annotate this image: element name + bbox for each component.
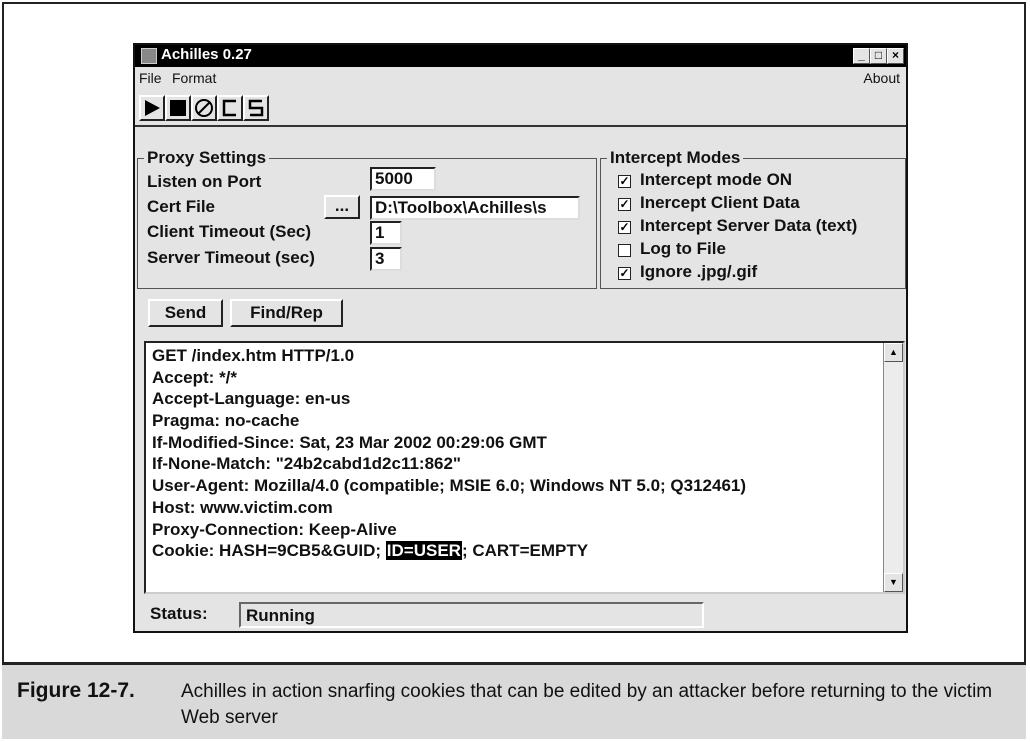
request-line: If-None-Match: "24b2cabd1d2c11:862" xyxy=(152,454,461,474)
intercept-mode-checkbox[interactable]: ✓ xyxy=(618,175,631,188)
clear-button[interactable] xyxy=(191,95,217,121)
listen-port-field[interactable]: 5000 xyxy=(370,167,436,191)
stop-button[interactable] xyxy=(165,95,191,121)
client-timeout-label: Client Timeout (Sec) xyxy=(147,222,312,241)
maximize-button[interactable]: □ xyxy=(870,48,887,64)
request-line: Accept-Language: en-us xyxy=(152,389,351,409)
request-line: If-Modified-Since: Sat, 23 Mar 2002 00:2… xyxy=(152,432,547,452)
find-replace-button[interactable]: Find/Rep xyxy=(230,299,343,327)
request-line: Proxy-Connection: Keep-Alive xyxy=(152,519,397,539)
request-editor[interactable]: GET /index.htm HTTP/1.0 Accept: */* Acce… xyxy=(144,341,905,594)
client-data-checkbox[interactable]: ✓ xyxy=(618,198,631,211)
c-button[interactable] xyxy=(217,95,243,121)
stop-icon xyxy=(170,100,186,116)
intercept-modes-title: Intercept Modes xyxy=(607,148,744,168)
status-field: Running xyxy=(239,602,704,628)
app-icon xyxy=(141,48,157,64)
listen-port-label: Listen on Port xyxy=(147,172,262,191)
clear-icon xyxy=(195,99,213,117)
ignore-images-checkbox[interactable]: ✓ xyxy=(618,267,631,280)
request-line: Host: www.victim.com xyxy=(152,497,333,517)
request-line: Pragma: no-cache xyxy=(152,411,300,431)
cookie-line: Cookie: HASH=9CB5&GUID; ID=USER; CART=EM… xyxy=(152,540,873,562)
menu-about[interactable]: About xyxy=(863,70,900,86)
scroll-up-arrow-icon[interactable]: ▲ xyxy=(884,343,903,362)
intercept-modes-group: Intercept Modes ✓ Intercept mode ON ✓ In… xyxy=(600,148,906,289)
request-line: User-Agent: Mozilla/4.0 (compatible; MSI… xyxy=(152,476,747,496)
caption-text: Achilles in action snarfing cookies that… xyxy=(181,681,993,728)
window-title: Achilles 0.27 xyxy=(161,46,252,63)
send-button[interactable]: Send xyxy=(148,299,223,327)
cookie-suffix: ; CART=EMPTY xyxy=(461,541,589,561)
proxy-settings-group: Proxy Settings Listen on Port 5000 Cert … xyxy=(137,148,597,289)
menu-format[interactable]: Format xyxy=(172,70,216,86)
cert-file-label: Cert File xyxy=(147,197,216,216)
menu-bar: File Format About xyxy=(135,67,906,89)
caption-label: Figure 12-7. xyxy=(17,679,135,702)
s-button[interactable] xyxy=(243,95,269,121)
vertical-scrollbar[interactable]: ▲ ▼ xyxy=(883,343,903,592)
server-data-checkbox[interactable]: ✓ xyxy=(618,221,631,234)
figure-caption: Figure 12-7. Achilles in action snarfing… xyxy=(2,662,1026,739)
status-label: Status: xyxy=(150,604,208,623)
scroll-down-arrow-icon[interactable]: ▼ xyxy=(884,573,903,592)
log-file-checkbox[interactable] xyxy=(618,244,631,257)
log-file-label: Log to File xyxy=(640,239,726,258)
achilles-window: Achilles 0.27 _ □ × File Format About Pr… xyxy=(133,43,908,633)
cert-file-field[interactable]: D:\Toolbox\Achilles\s xyxy=(370,196,580,220)
play-button[interactable] xyxy=(139,95,165,121)
request-line: GET /index.htm HTTP/1.0 xyxy=(152,346,355,365)
cookie-prefix: Cookie: HASH=9CB5&GUID; xyxy=(152,541,386,561)
request-text: GET /index.htm HTTP/1.0 Accept: */* Acce… xyxy=(152,345,873,562)
client-timeout-field[interactable]: 1 xyxy=(370,221,402,245)
server-timeout-field[interactable]: 3 xyxy=(370,247,402,271)
toolbar xyxy=(135,91,906,127)
menu-file[interactable]: File xyxy=(139,70,162,86)
proxy-settings-title: Proxy Settings xyxy=(144,148,270,168)
title-bar[interactable]: Achilles 0.27 _ □ × xyxy=(135,45,906,67)
s-icon xyxy=(248,99,264,117)
c-icon xyxy=(222,99,236,117)
play-icon xyxy=(145,100,160,116)
intercept-mode-label: Intercept mode ON xyxy=(640,170,793,189)
server-data-label: Intercept Server Data (text) xyxy=(640,216,858,235)
ignore-images-label: Ignore .jpg/.gif xyxy=(640,262,758,281)
minimize-button[interactable]: _ xyxy=(853,48,870,64)
cert-browse-button[interactable]: ... xyxy=(324,195,360,219)
request-line: Accept: */* xyxy=(152,367,238,387)
close-button[interactable]: × xyxy=(887,48,904,64)
cookie-selected-text[interactable]: ID=USER xyxy=(385,541,462,561)
server-timeout-label: Server Timeout (sec) xyxy=(147,248,315,267)
client-data-label: Inercept Client Data xyxy=(640,193,800,212)
